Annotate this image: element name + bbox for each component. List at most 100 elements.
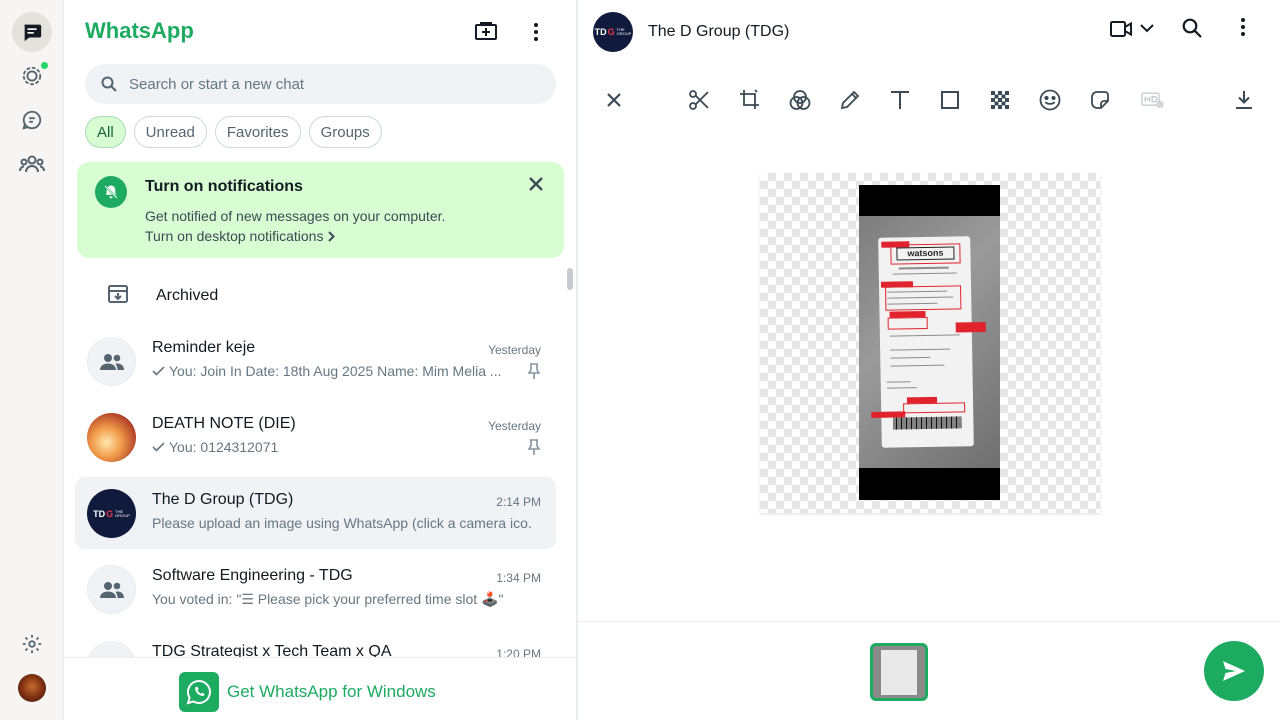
download-icon[interactable] xyxy=(1232,88,1256,112)
notification-link-label[interactable]: Turn on desktop notifications xyxy=(145,228,323,244)
communities-icon[interactable] xyxy=(12,144,52,184)
search-input[interactable] xyxy=(129,75,529,93)
annotation-box xyxy=(887,316,928,330)
search-messages-icon[interactable] xyxy=(1182,18,1202,38)
chat-avatar xyxy=(87,413,136,462)
archived-label: Archived xyxy=(156,287,219,304)
tdg-logo-td: TD xyxy=(93,508,106,519)
chats-icon[interactable] xyxy=(12,12,52,52)
conversation-menu-icon[interactable] xyxy=(1241,18,1245,36)
chat-time: 1:34 PM xyxy=(496,571,541,585)
image-canvas[interactable]: watsons xyxy=(760,173,1100,513)
menu-icon[interactable] xyxy=(520,16,552,48)
cut-icon[interactable] xyxy=(687,88,711,112)
tdg-logo-sub: THE GROUP xyxy=(115,508,130,518)
crop-icon[interactable] xyxy=(738,88,762,112)
annotation-tag xyxy=(955,321,986,333)
chat-row[interactable]: Software Engineering - TDG 1:34 PM You v… xyxy=(75,553,556,625)
receipt-line xyxy=(890,364,945,367)
chat-row[interactable]: TDG Strategist x Tech Team x QA 1:20 PM xyxy=(75,629,556,657)
chat-row[interactable]: DEATH NOTE (DIE) Yesterday You: 01243120… xyxy=(75,401,556,473)
left-rail xyxy=(0,0,64,720)
new-chat-icon[interactable] xyxy=(470,16,502,48)
chat-time: 1:20 PM xyxy=(496,647,541,657)
chat-row[interactable]: Reminder keje Yesterday You: Join In Dat… xyxy=(75,325,556,397)
image-thumbnail[interactable] xyxy=(870,643,928,701)
receipt-barcode xyxy=(893,416,962,430)
chat-time: 2:14 PM xyxy=(496,495,541,509)
emoji-icon[interactable] xyxy=(1038,88,1062,112)
chat-list-header: WhatsApp xyxy=(65,0,577,64)
video-call-icon[interactable] xyxy=(1110,18,1134,40)
archived-row[interactable]: Archived xyxy=(65,272,565,320)
chevron-right-icon xyxy=(328,230,336,242)
divider xyxy=(578,621,1280,622)
close-notification-icon[interactable] xyxy=(528,176,548,196)
conversation-avatar[interactable]: TD G THE GROUP xyxy=(593,12,633,52)
whatsapp-logo-icon xyxy=(179,672,219,712)
tdg-logo-td: TD xyxy=(594,27,607,37)
tdg-logo: TD G THE GROUP xyxy=(93,509,130,519)
receipt-line xyxy=(890,348,951,351)
filter-icon[interactable] xyxy=(788,88,812,112)
pin-icon xyxy=(528,439,540,455)
receipt-line xyxy=(892,272,957,275)
rectangle-icon[interactable] xyxy=(938,88,962,112)
chat-name: TDG Strategist x Tech Team x QA xyxy=(152,643,392,657)
chat-preview: You: 0124312071 xyxy=(152,439,532,455)
filter-favorites[interactable]: Favorites xyxy=(214,116,301,148)
search-bar[interactable] xyxy=(85,64,556,104)
chat-preview: Please upload an image using WhatsApp (c… xyxy=(152,515,532,531)
receipt-line xyxy=(898,266,949,270)
notification-title: Turn on notifications xyxy=(145,178,303,195)
tdg-logo-g: G xyxy=(607,27,615,37)
chat-row-selected[interactable]: TD G THE GROUP The D Group (TDG) 2:14 PM … xyxy=(75,477,556,549)
bell-off-icon xyxy=(95,176,127,208)
conversation-title[interactable]: The D Group (TDG) xyxy=(648,23,789,41)
get-app-label[interactable]: Get WhatsApp for Windows xyxy=(227,682,436,702)
filter-groups[interactable]: Groups xyxy=(308,116,382,148)
chat-preview-text: You voted in: "☰ Please pick your prefer… xyxy=(152,591,504,607)
chat-time: Yesterday xyxy=(488,419,541,433)
tdg-avatar: TD G THE GROUP xyxy=(87,489,136,538)
settings-icon[interactable] xyxy=(12,624,52,664)
chat-preview: You voted in: "☰ Please pick your prefer… xyxy=(152,591,532,608)
group-avatar-icon xyxy=(87,565,136,614)
archive-icon xyxy=(107,284,129,304)
sent-tick-icon xyxy=(152,366,165,376)
sticker-icon[interactable] xyxy=(1088,88,1112,112)
receipt-logo: watsons xyxy=(896,246,955,261)
notification-banner: Turn on notifications Get notified of ne… xyxy=(77,162,564,258)
chat-list-panel: WhatsApp All Unread Favorites Groups Tur… xyxy=(65,0,577,720)
text-icon[interactable] xyxy=(888,88,912,112)
profile-avatar[interactable] xyxy=(18,674,46,702)
receipt-image: watsons xyxy=(871,236,986,448)
hd-quality-icon[interactable] xyxy=(1141,88,1165,112)
get-app-banner[interactable]: Get WhatsApp for Windows xyxy=(65,657,576,720)
filter-unread[interactable]: Unread xyxy=(133,116,207,148)
search-icon xyxy=(101,76,117,92)
send-button[interactable] xyxy=(1204,641,1264,701)
receipt-photo[interactable]: watsons xyxy=(859,185,1000,500)
notification-link[interactable]: Turn on desktop notifications xyxy=(145,228,336,244)
status-icon[interactable] xyxy=(12,56,52,96)
chevron-down-icon[interactable] xyxy=(1140,24,1154,33)
thumbnail-preview xyxy=(881,650,917,695)
pencil-icon[interactable] xyxy=(838,88,862,112)
chat-name: DEATH NOTE (DIE) xyxy=(152,415,296,432)
sent-tick-icon xyxy=(152,442,165,452)
tdg-logo-sub: THE GROUP xyxy=(616,27,632,36)
notification-body: Get notified of new messages on your com… xyxy=(145,208,446,224)
channels-icon[interactable] xyxy=(12,100,52,140)
chat-preview: You: Join In Date: 18th Aug 2025 Name: M… xyxy=(152,363,532,379)
chat-list-scrollbar[interactable] xyxy=(567,268,573,290)
chat-name: Reminder keje xyxy=(152,339,256,356)
close-editor-icon[interactable] xyxy=(602,88,626,112)
annotation-box xyxy=(903,402,966,414)
filter-all[interactable]: All xyxy=(85,116,126,148)
group-avatar-icon xyxy=(87,337,136,386)
blur-icon[interactable] xyxy=(988,88,1012,112)
conversation-pane: TD G THE GROUP The D Group (TDG) watsons xyxy=(578,0,1280,720)
pin-icon xyxy=(528,363,540,379)
receipt-line xyxy=(886,381,911,383)
